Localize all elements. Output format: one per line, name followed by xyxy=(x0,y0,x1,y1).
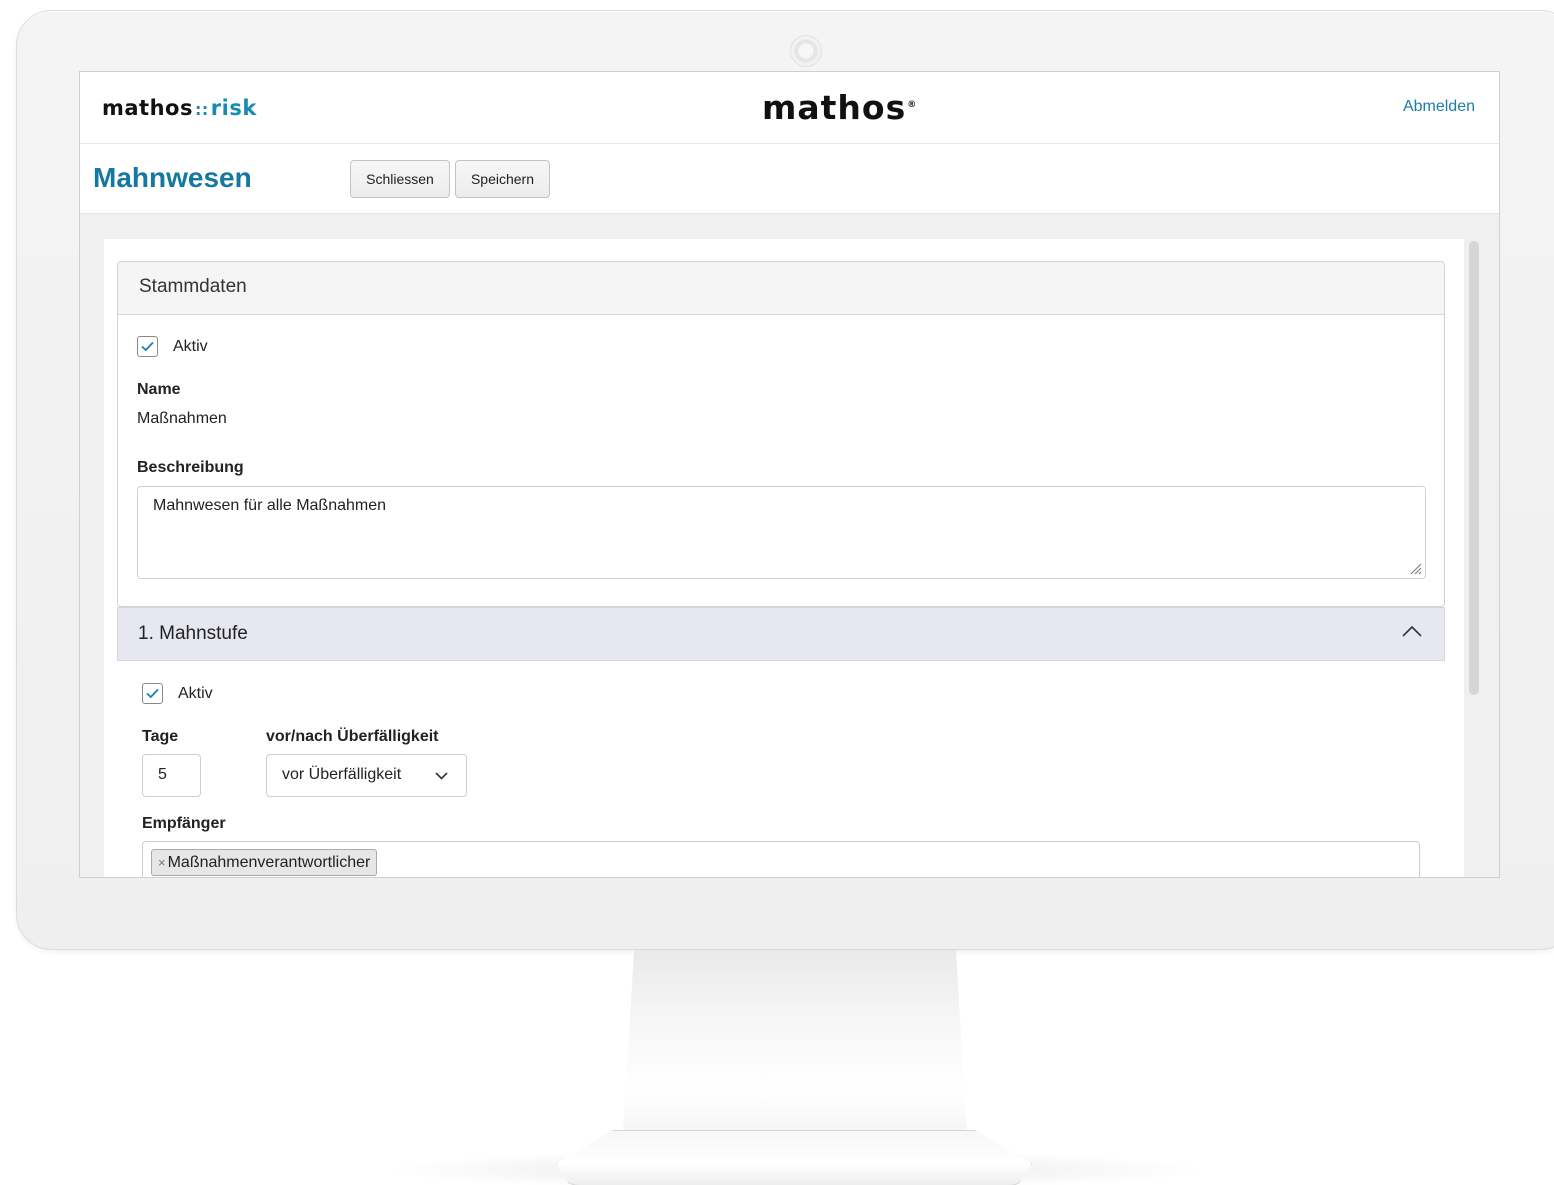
timing-select-value: vor Überfälligkeit xyxy=(282,766,402,783)
recipient-tag: × Maßnahmenverantwortlicher xyxy=(151,849,378,876)
checkmark-icon xyxy=(146,688,159,699)
stammdaten-active-checkbox[interactable] xyxy=(137,336,158,357)
stammdaten-active-label: Aktiv xyxy=(173,338,208,355)
days-label: Tage xyxy=(142,728,179,745)
vertical-scrollbar[interactable] xyxy=(1469,241,1479,877)
tag-remove-icon[interactable]: × xyxy=(158,855,166,870)
stammdaten-header: Stammdaten xyxy=(118,262,1444,315)
mahnstufe-1-active-checkbox[interactable] xyxy=(142,683,163,704)
recipients-label: Empfänger xyxy=(142,815,226,832)
app-screen: mathos::risk mathos® Abmelden Mahnwesen … xyxy=(79,71,1500,878)
recipient-tag-label: Maßnahmenverantwortlicher xyxy=(167,854,371,871)
mahnstufe-1-title: 1. Mahnstufe xyxy=(138,623,248,644)
mahnstufe-1-active-label: Aktiv xyxy=(178,685,213,702)
timing-select[interactable]: vor Überfälligkeit xyxy=(266,754,467,797)
name-value: Maßnahmen xyxy=(137,410,227,427)
chevron-up-icon[interactable] xyxy=(1402,625,1422,637)
description-text: Mahnwesen für alle Maßnahmen xyxy=(153,497,387,514)
content-area: Stammdaten Aktiv Name Maßnahmen Beschrei… xyxy=(104,239,1479,877)
description-label: Beschreibung xyxy=(137,459,244,476)
stammdaten-panel: Stammdaten Aktiv Name Maßnahmen Beschrei… xyxy=(117,261,1445,607)
camera-icon xyxy=(790,35,822,67)
close-button[interactable]: Schliessen xyxy=(350,160,450,198)
timing-label: vor/nach Überfälligkeit xyxy=(266,728,439,745)
mahnstufe-1-accordion-header[interactable]: 1. Mahnstufe xyxy=(117,607,1445,661)
chevron-down-icon xyxy=(435,772,448,780)
name-label: Name xyxy=(137,381,181,398)
description-textarea[interactable]: Mahnwesen für alle Maßnahmen xyxy=(137,486,1426,579)
save-button[interactable]: Speichern xyxy=(455,160,550,198)
mathos-risk-logo: mathos::risk xyxy=(102,96,257,120)
checkmark-icon xyxy=(141,341,154,352)
logout-link[interactable]: Abmelden xyxy=(1403,98,1475,116)
monitor-stand-neck xyxy=(622,950,968,1150)
page-title: Mahnwesen xyxy=(93,162,252,193)
days-input[interactable]: 5 xyxy=(142,754,201,797)
top-bar: mathos::risk mathos® Abmelden xyxy=(80,72,1499,144)
mathos-logo: mathos® xyxy=(762,88,918,127)
recipients-multiselect[interactable]: × Maßnahmenverantwortlicher xyxy=(142,841,1420,877)
monitor-stand-base xyxy=(556,1130,1032,1185)
scrollbar-thumb[interactable] xyxy=(1469,241,1479,695)
resize-grip-icon[interactable] xyxy=(1408,561,1422,575)
title-bar: Mahnwesen Schliessen Speichern xyxy=(80,144,1499,214)
